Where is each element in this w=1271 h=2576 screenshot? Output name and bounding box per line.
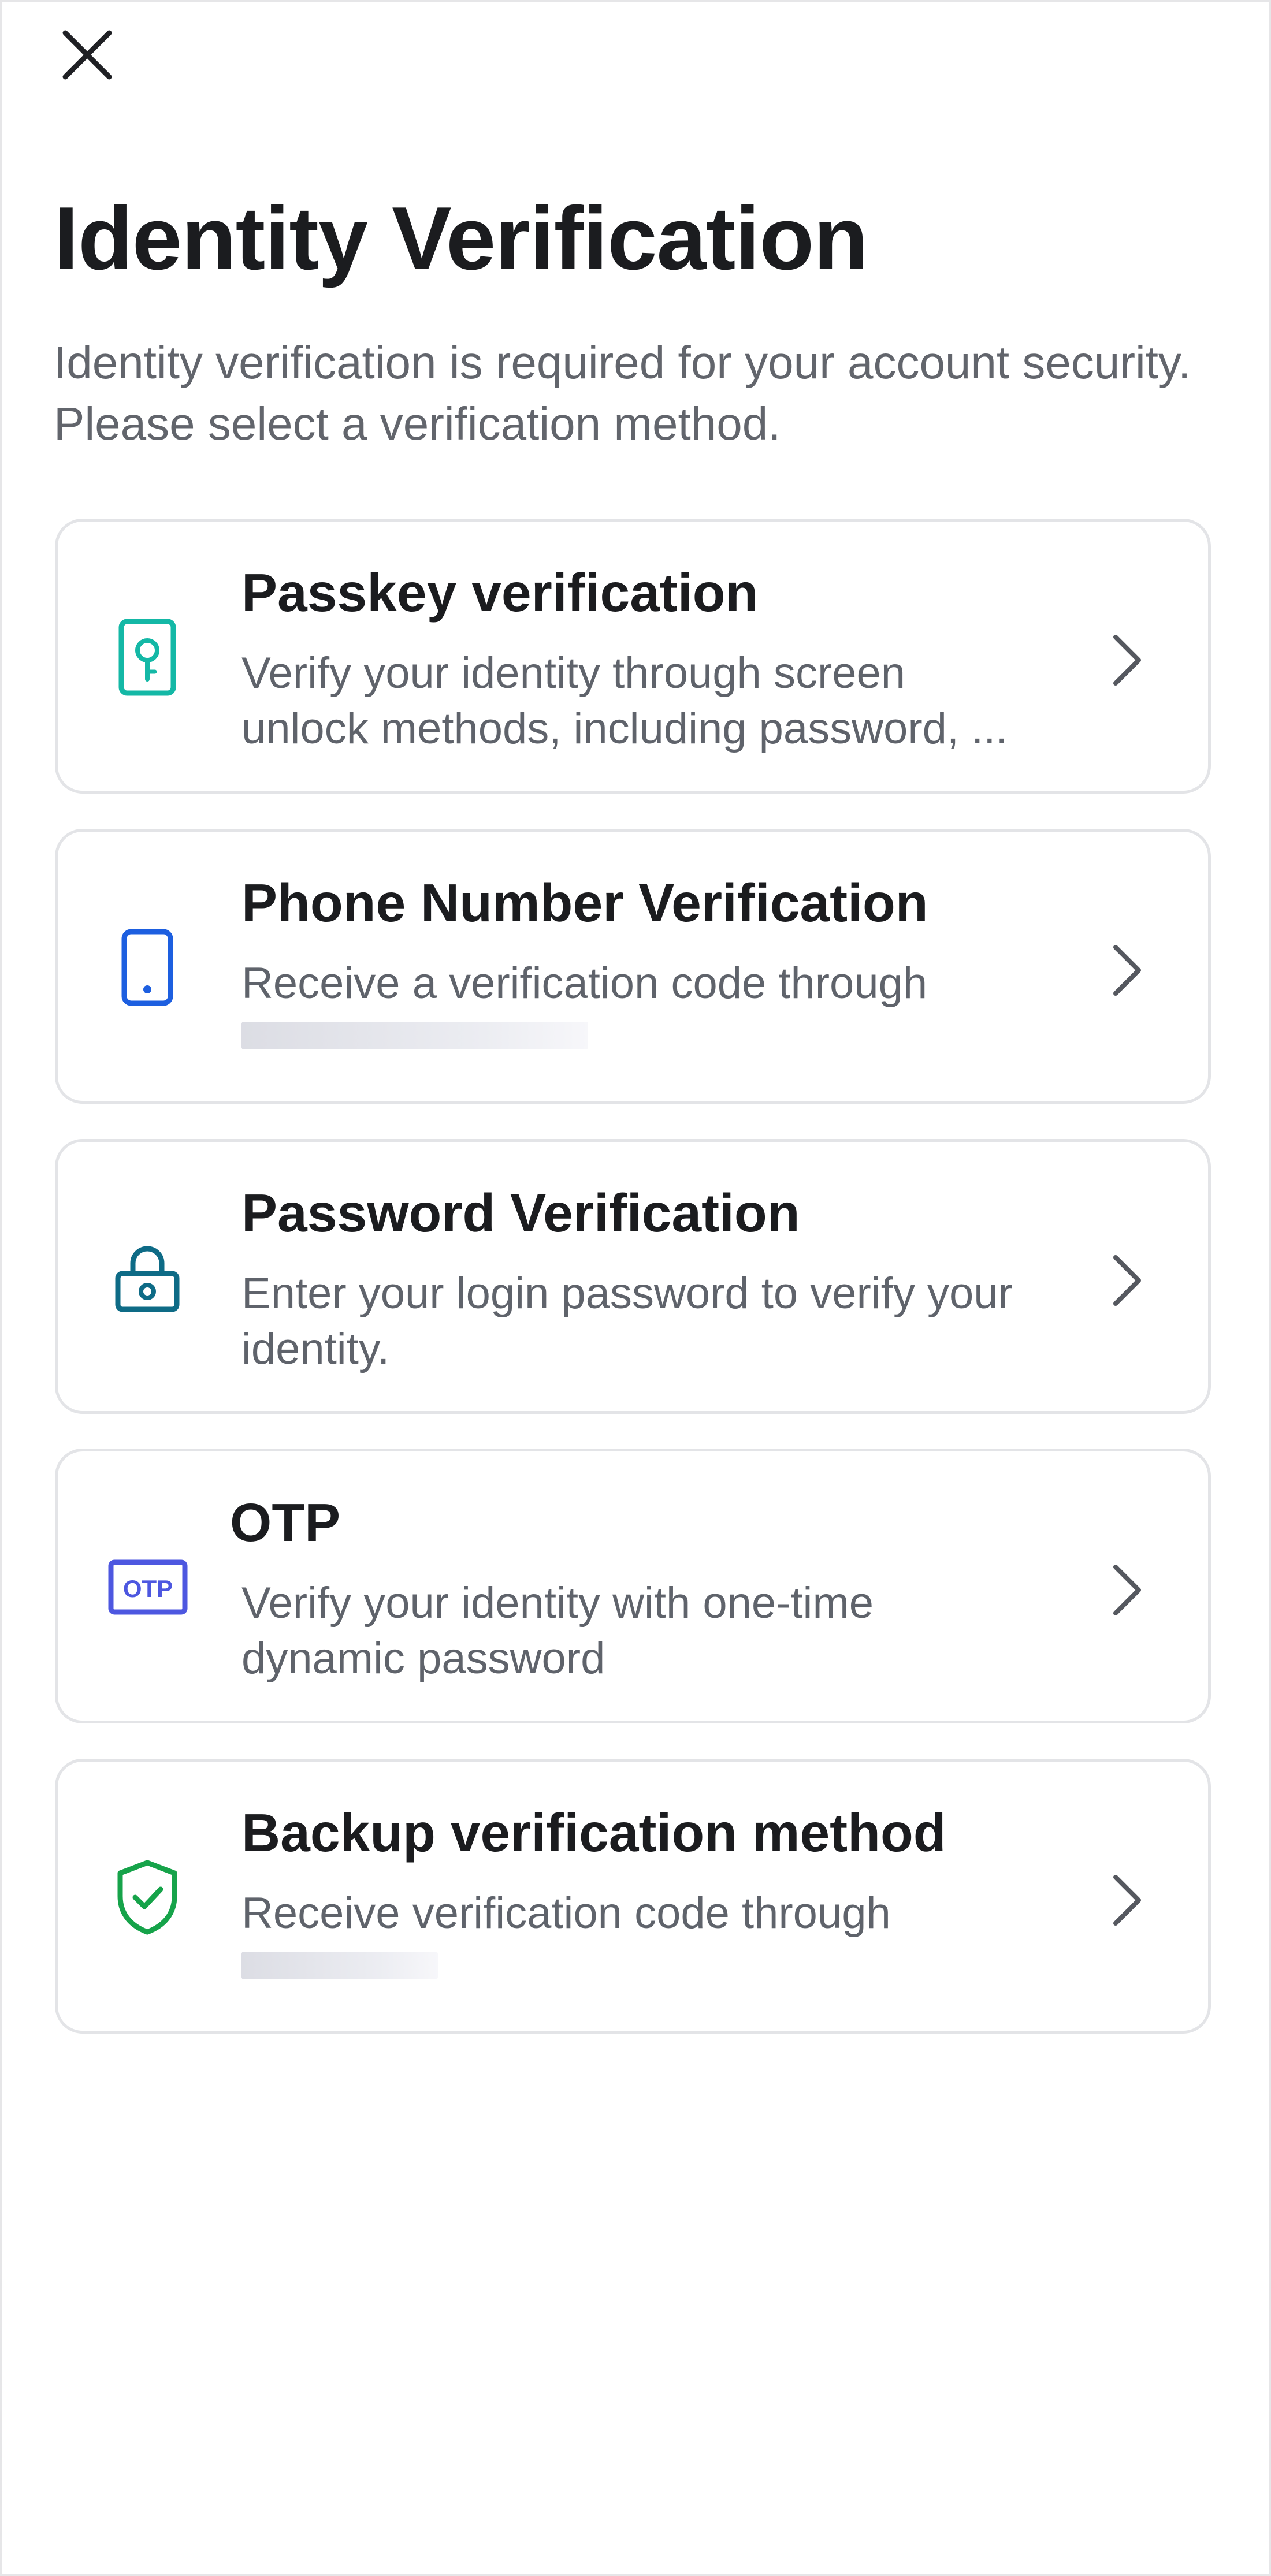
method-description: Verify your identity through screen unlo… bbox=[241, 649, 1008, 753]
screen: Identity Verification Identity verificat… bbox=[0, 0, 1271, 2576]
chevron-right-icon bbox=[1104, 1555, 1150, 1625]
method-description: Enter your login password to verify your… bbox=[241, 1269, 1013, 1373]
close-button[interactable] bbox=[53, 20, 122, 90]
otp-icon: OTP bbox=[107, 1544, 188, 1631]
chevron-right-icon bbox=[1104, 1246, 1150, 1315]
chevron-right-icon bbox=[1104, 936, 1150, 1005]
redacted-text bbox=[241, 1022, 588, 1049]
shield-check-icon bbox=[104, 1854, 191, 1941]
method-title: Password Verification bbox=[241, 1183, 800, 1243]
method-title: Backup verification method bbox=[241, 1803, 946, 1863]
page-subtitle: Identity verification is required for yo… bbox=[54, 337, 1191, 449]
lock-icon bbox=[104, 1234, 191, 1321]
chevron-right-icon bbox=[1104, 626, 1150, 695]
close-icon bbox=[62, 30, 112, 80]
passkey-icon bbox=[104, 614, 191, 701]
method-card-backup[interactable]: Backup verification method Receive verif… bbox=[55, 1759, 1211, 2034]
method-card-password[interactable]: Password Verification Enter your login p… bbox=[55, 1139, 1211, 1414]
method-title: OTP bbox=[230, 1492, 341, 1553]
page-title: Identity Verification bbox=[54, 188, 868, 288]
method-card-otp[interactable]: OTP OTP Verify your identity with one-ti… bbox=[55, 1449, 1211, 1723]
method-title: Passkey verification bbox=[241, 563, 759, 623]
method-description: Receive a verification code through bbox=[241, 956, 1166, 1049]
method-description: Verify your identity with one-time dynam… bbox=[241, 1579, 874, 1683]
phone-icon bbox=[104, 924, 191, 1011]
redacted-text bbox=[241, 1952, 438, 1979]
method-card-phone[interactable]: Phone Number Verification Receive a veri… bbox=[55, 829, 1211, 1104]
method-title: Phone Number Verification bbox=[241, 873, 928, 933]
method-description: Receive verification code through bbox=[241, 1886, 1166, 1979]
svg-text:OTP: OTP bbox=[123, 1575, 173, 1602]
method-card-passkey[interactable]: Passkey verification Verify your identit… bbox=[55, 519, 1211, 794]
chevron-right-icon bbox=[1104, 1866, 1150, 1935]
